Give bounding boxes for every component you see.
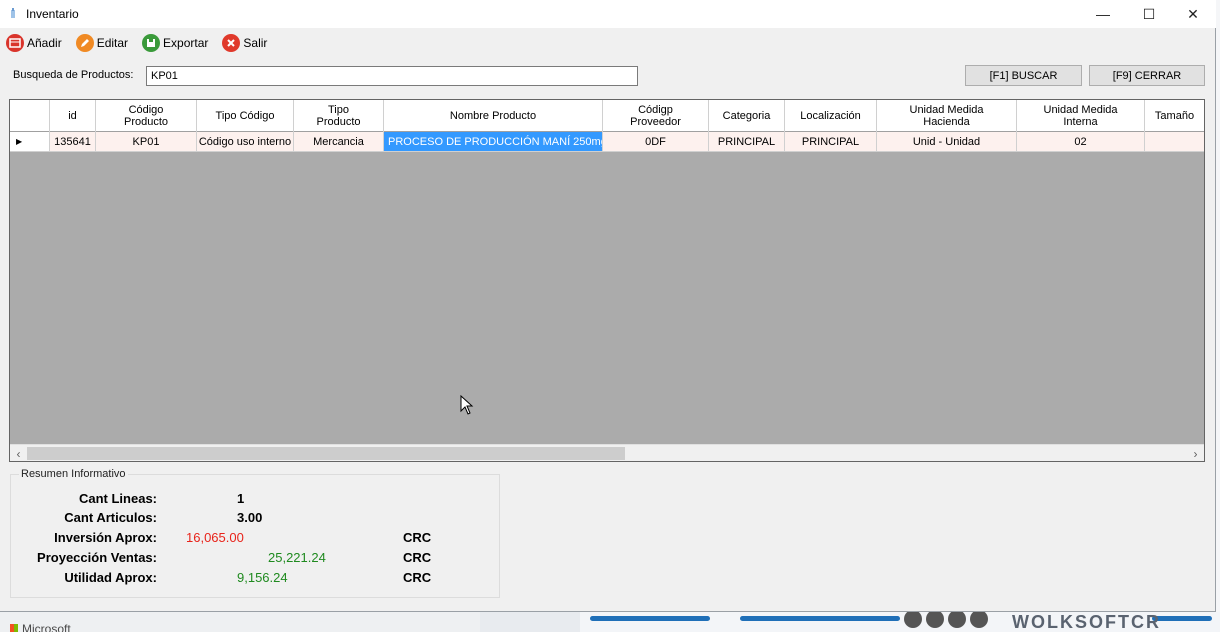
inventory-window: Inventario — ☐ ✕ Añadir Editar Exportar <box>0 0 1216 612</box>
column-header-codigo-proveedor[interactable]: Códigp Proveedor <box>603 100 709 132</box>
inversion-currency: CRC <box>403 530 432 545</box>
facebook-icon <box>926 612 944 628</box>
scroll-right-icon[interactable]: › <box>1187 445 1204 461</box>
taskbar: Microsoft <box>0 612 480 632</box>
cell-categoria[interactable]: PRINCIPAL <box>709 132 785 152</box>
title-bar[interactable]: Inventario — ☐ ✕ <box>0 0 1216 28</box>
cell-tipo-producto[interactable]: Mercancia <box>294 132 384 152</box>
scrollbar-thumb[interactable] <box>27 447 625 460</box>
skype-icon <box>970 612 988 628</box>
cell-tamano[interactable] <box>1145 132 1204 152</box>
add-button[interactable]: Añadir <box>6 32 64 54</box>
products-grid[interactable]: id Código Producto Tipo Código Tipo Prod… <box>9 99 1205 462</box>
cant-articulos-label: Cant Articulos: <box>64 510 157 525</box>
product-search-input[interactable] <box>146 66 638 86</box>
cell-unidad-medida-interna[interactable]: 02 <box>1017 132 1145 152</box>
table-row[interactable]: ▶ 135641 KP01 Código uso interno Mercanc… <box>10 132 1204 152</box>
proyeccion-value: 25,221.24 <box>268 550 326 565</box>
column-header-id[interactable]: id <box>50 100 96 132</box>
proyeccion-currency: CRC <box>403 550 432 565</box>
cell-localizacion[interactable]: PRINCIPAL <box>785 132 877 152</box>
minimize-button[interactable]: — <box>1080 0 1126 28</box>
brand-watermark: WOLKSOFTCR <box>1012 612 1161 632</box>
search-button[interactable]: [F1] BUSCAR <box>965 65 1082 86</box>
horizontal-scrollbar[interactable]: ‹ › <box>10 444 1204 461</box>
scroll-left-icon[interactable]: ‹ <box>10 445 27 461</box>
close-search-button[interactable]: [F9] CERRAR <box>1089 65 1205 86</box>
column-header-tamano[interactable]: Tamaño <box>1145 100 1204 132</box>
column-header-codigo-producto[interactable]: Código Producto <box>96 100 197 132</box>
edit-button[interactable]: Editar <box>75 32 130 54</box>
grid-header: id Código Producto Tipo Código Tipo Prod… <box>10 100 1204 132</box>
window-title: Inventario <box>26 7 79 21</box>
column-header-unidad-medida-interna[interactable]: Unidad Medida Interna <box>1017 100 1145 132</box>
inversion-label: Inversión Aprox: <box>54 530 157 545</box>
microsoft-logo-icon <box>10 624 18 632</box>
add-record-icon <box>6 34 24 52</box>
exit-button[interactable]: Salir <box>222 32 269 54</box>
column-header-tipo-producto[interactable]: Tipo Producto <box>294 100 384 132</box>
taskbar-microsoft-label: Microsoft <box>22 622 71 632</box>
export-button[interactable]: Exportar <box>142 32 210 54</box>
summary-legend: Resumen Informativo <box>19 468 128 480</box>
row-header-corner <box>10 100 50 132</box>
edit-button-label: Editar <box>96 36 129 50</box>
edit-icon <box>75 34 94 52</box>
desktop-background: Microsoft WOLKSOFTCR <box>0 612 1220 632</box>
utilidad-currency: CRC <box>403 570 432 585</box>
cant-lineas-label: Cant Lineas: <box>78 491 157 506</box>
cell-codigo-producto[interactable]: KP01 <box>96 132 197 152</box>
exit-icon <box>222 34 241 52</box>
proyeccion-label: Proyección Ventas: <box>37 550 157 565</box>
row-indicator-icon[interactable]: ▶ <box>10 132 50 152</box>
cant-lineas-value: 1 <box>237 491 245 506</box>
cell-nombre-producto[interactable]: PROCESO DE PRODUCCIÓN MANÍ 250mg <box>384 132 603 152</box>
utilidad-label: Utilidad Aprox: <box>64 570 157 585</box>
cell-unidad-medida-hacienda[interactable]: Unid - Unidad <box>877 132 1017 152</box>
youtube-icon <box>948 612 966 628</box>
column-header-unidad-medida-hacienda[interactable]: Unidad Medida Hacienda <box>877 100 1017 132</box>
summary-panel: Resumen Informativo Cant Lineas: 1 Cant … <box>10 468 500 598</box>
column-header-localizacion[interactable]: Localización <box>785 100 877 132</box>
add-button-label: Añadir <box>27 36 62 50</box>
instagram-icon <box>904 612 922 628</box>
toolbar: Añadir Editar Exportar Salir <box>6 32 269 54</box>
app-icon <box>11 8 15 18</box>
maximize-button[interactable]: ☐ <box>1126 0 1172 28</box>
column-header-tipo-codigo[interactable]: Tipo Código <box>197 100 294 132</box>
exit-button-label: Salir <box>243 36 268 50</box>
inversion-value: 16,065.00 <box>186 530 244 545</box>
mouse-pointer-icon <box>460 395 474 415</box>
column-header-nombre-producto[interactable]: Nombre Producto <box>384 100 603 132</box>
export-button-label: Exportar <box>163 36 209 50</box>
column-header-categoria[interactable]: Categoria <box>709 100 785 132</box>
cell-codigo-proveedor[interactable]: 0DF <box>603 132 709 152</box>
cell-id[interactable]: 135641 <box>50 132 96 152</box>
utilidad-value: 9,156.24 <box>237 570 288 585</box>
close-button[interactable]: ✕ <box>1170 0 1216 28</box>
cell-tipo-codigo[interactable]: Código uso interno <box>197 132 294 152</box>
save-export-icon <box>142 34 161 52</box>
search-label: Busqueda de Productos: <box>13 69 134 81</box>
cant-articulos-value: 3.00 <box>237 510 263 525</box>
